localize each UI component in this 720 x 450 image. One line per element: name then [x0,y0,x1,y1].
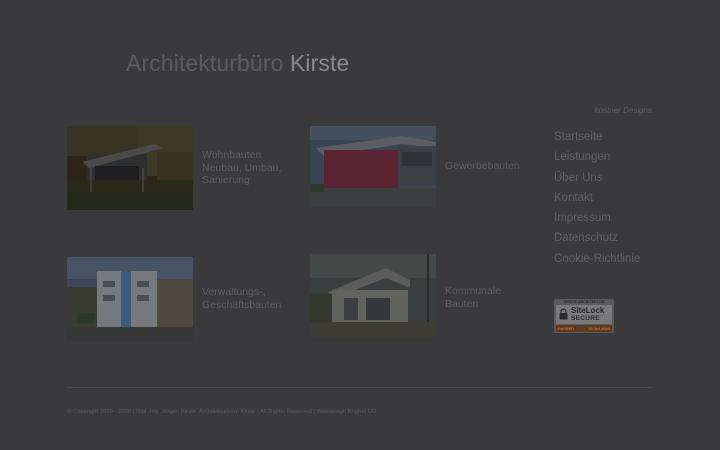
badge-body: SiteLock SECURE [556,305,612,324]
sitelock-badge[interactable]: KIRSTE-ARCHITEKT.DE SiteLock SECURE PASS… [554,299,614,333]
badge-name: SiteLock [571,306,605,315]
nav-item-datenschutz[interactable]: Datenschutz [554,230,640,250]
tile-label-gewerbebauten[interactable]: Gewerbebauten [445,160,535,173]
footer-divider [67,387,652,388]
badge-date: 29-Jul-2025 [588,326,610,331]
nav-item-kontakt[interactable]: Kontakt [554,190,640,210]
thumbnail-verwaltungsbauten[interactable] [67,257,193,341]
nav-item-startseite[interactable]: Startseite [554,129,640,149]
nav-item-leistungen[interactable]: Leistungen [554,149,640,169]
badge-domain: KIRSTE-ARCHITEKT.DE [563,300,605,304]
badge-footer: PASSED 29-Jul-2025 [556,325,612,332]
main-nav: Startseite Leistungen Über Uns Kontakt I… [554,129,640,271]
site-title-part1: Architekturbüro [126,50,284,76]
padlock-icon [559,308,568,320]
tile-label-verwaltungsbauten[interactable]: Verwaltungs-, Geschäftsbauten [202,286,292,311]
nav-item-cookie-richtlinie[interactable]: Cookie-Richtlinie [554,251,640,271]
nav-item-impressum[interactable]: Impressum [554,210,640,230]
tile-label-wohnbauten[interactable]: Wohnbauten Neubau, Umbau, Sanierung [202,149,292,187]
thumbnail-wohnbauten[interactable] [67,126,193,210]
thumbnail-kommunale-bauten[interactable] [310,254,436,338]
badge-passed: PASSED [558,326,575,331]
page: Architekturbüro Kirste kostner Designs W… [0,0,720,450]
tile-label-kommunale-bauten[interactable]: Kommunale Bauten [445,285,535,310]
site-title[interactable]: Architekturbüro Kirste [126,50,349,77]
nav-item-ueber-uns[interactable]: Über Uns [554,170,640,190]
badge-status: SECURE [571,315,600,322]
footer-copyright: © Copyright 2020 - 2026 | Dipl.-Ing. Jür… [67,409,377,415]
site-title-part2: Kirste [289,50,350,76]
tagline: kostner Designs [594,106,652,115]
thumbnail-gewerbebauten[interactable] [310,126,436,207]
